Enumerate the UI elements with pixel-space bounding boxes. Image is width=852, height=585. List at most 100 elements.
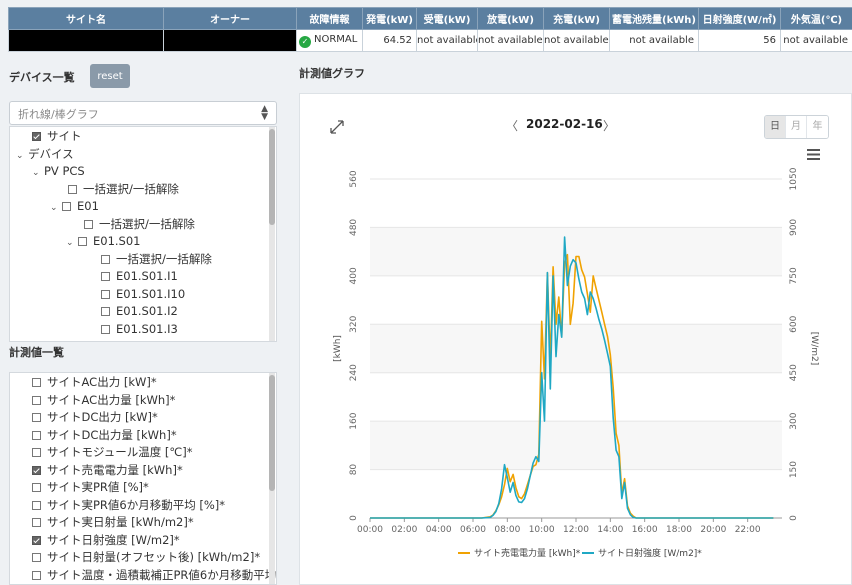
y-right-tick-label: 0 <box>789 515 799 521</box>
measure-item[interactable]: サイト実PR値 [%]* <box>32 479 149 495</box>
y-right-tick-label: 450 <box>789 364 799 381</box>
tree-checkbox[interactable] <box>32 132 41 141</box>
irradiance-value: 56 <box>698 29 781 52</box>
period-month-button[interactable]: 月 <box>786 116 807 138</box>
device-tree[interactable]: サイト ⌄ デバイス ⌄ PV PCS 一括選択/一括解除 ⌄ E01 一括選択/一括解除 ⌄ E0… <box>9 126 277 342</box>
measure-item[interactable]: サイト実日射量 [kWh/m2]* <box>32 514 194 530</box>
tree-item-label: E01.S01 <box>93 234 141 248</box>
y-left-tick-label: 240 <box>349 364 359 381</box>
chevron-down-icon[interactable]: ⌄ <box>32 165 44 181</box>
measure-item[interactable]: サイト実PR値6か月移動平均 [%]* <box>32 497 225 513</box>
header-fault: 故障情報 <box>296 7 363 30</box>
measure-item[interactable]: サイトAC出力 [kW]* <box>32 374 157 390</box>
check-circle-icon: ✓ <box>299 35 311 48</box>
tree-item[interactable]: E01.S01.I10 <box>101 286 185 302</box>
tree-item-label: 一括選択/一括解除 <box>99 216 195 231</box>
tree-checkbox[interactable] <box>101 272 110 281</box>
measure-checkbox[interactable] <box>32 535 41 545</box>
y-right-tick-label: 600 <box>789 315 799 332</box>
tree-checkbox[interactable] <box>68 184 77 194</box>
measure-item[interactable]: サイトAC出力量 [kWh]* <box>32 392 175 408</box>
chart-type-select[interactable]: 折れ線/棒グラフ ▲ ▼ <box>9 101 277 125</box>
measure-list[interactable]: サイトAC出力 [kW]* サイトAC出力量 [kWh]* サイトDC出力 [kW]… <box>9 372 277 585</box>
tree-checkbox[interactable] <box>62 202 71 211</box>
expand-icon[interactable] <box>330 120 344 134</box>
grid-band <box>370 421 782 470</box>
status-table: サイト名 オーナー 故障情報 発電(kW) 受電(kW) 放電(kW) 充電(k… <box>8 7 852 52</box>
tree-checkbox[interactable] <box>101 254 110 264</box>
tree-item[interactable]: E01.S01.I4 <box>101 338 178 341</box>
measure-checkbox[interactable] <box>32 500 41 510</box>
measure-checkbox[interactable] <box>32 465 41 475</box>
status-header-row: サイト名 オーナー 故障情報 発電(kW) 受電(kW) 放電(kW) 充電(k… <box>8 7 852 30</box>
measure-item[interactable]: サイト日射強度 [W/m2]* <box>32 532 180 548</box>
tree-item[interactable]: ⌄ デバイス <box>16 146 74 162</box>
measure-item-label: サイトAC出力 [kW]* <box>47 375 157 389</box>
measure-item[interactable]: サイトモジュール温度 [℃]* <box>32 444 193 460</box>
measure-item-label: サイト実PR値 [%]* <box>47 480 149 494</box>
measure-item[interactable]: サイト日射量(オフセット後) [kWh/m2]* <box>32 549 260 565</box>
y-left-tick-label: 320 <box>349 315 359 332</box>
tree-checkbox[interactable] <box>101 324 110 334</box>
tree-item[interactable]: E01.S01.I2 <box>101 303 178 319</box>
measure-item[interactable]: サイトDC出力 [kW]* <box>32 409 158 425</box>
prev-date-icon[interactable]: 〈 <box>506 117 518 134</box>
measure-checkbox[interactable] <box>32 395 41 405</box>
tree-item[interactable]: E01.S01.I3 <box>101 321 178 337</box>
tree-item[interactable]: ⌄ E01 <box>50 198 99 214</box>
y-left-tick-label: 80 <box>349 464 359 476</box>
device-list-title: デバイス一覧 <box>9 71 75 84</box>
header-battery: 蓄電池残量(kWh) <box>609 7 699 30</box>
charge-value: not available <box>543 29 610 52</box>
device-tree-scroll-thumb[interactable] <box>269 129 275 225</box>
y-right-tick-label: 150 <box>789 461 799 478</box>
measure-item-label: サイト日射量(オフセット後) [kWh/m2]* <box>47 550 261 564</box>
measure-checkbox[interactable] <box>32 553 41 562</box>
chevron-down-icon[interactable]: ⌄ <box>50 200 62 216</box>
generation-value: 64.52 <box>362 29 417 52</box>
measure-item[interactable]: サイト温度・過積載補正PR値6か月移動平均 [%]* <box>32 567 277 583</box>
tree-item[interactable]: サイト <box>32 128 82 144</box>
measure-checkbox[interactable] <box>32 378 41 387</box>
period-day-button[interactable]: 日 <box>765 116 786 138</box>
measure-item[interactable]: サイト売電電力量 [kWh]* <box>32 462 183 478</box>
measure-checkbox[interactable] <box>32 448 41 457</box>
tree-item[interactable]: E01.S01.I1 <box>101 268 178 284</box>
tree-item[interactable]: ⌄ PV PCS <box>32 163 85 179</box>
x-tick-label: 16:00 <box>632 525 658 535</box>
chevron-down-icon[interactable]: ⌄ <box>66 235 78 251</box>
tree-item-label: E01 <box>77 199 99 213</box>
period-toggle-group: 日 月 年 <box>764 115 829 139</box>
x-tick-label: 00:00 <box>357 525 383 535</box>
measure-checkbox[interactable] <box>32 483 41 492</box>
measure-list-title: 計測値一覧 <box>9 346 64 359</box>
chevron-down-icon[interactable]: ⌄ <box>16 148 28 164</box>
tree-checkbox[interactable] <box>84 219 93 229</box>
tree-checkbox[interactable] <box>78 237 87 246</box>
tree-item[interactable]: 一括選択/一括解除 <box>101 251 212 267</box>
grid-band <box>370 324 782 373</box>
reset-button[interactable]: reset <box>90 64 130 88</box>
tree-checkbox[interactable] <box>101 289 110 299</box>
period-year-button[interactable]: 年 <box>807 116 828 138</box>
tree-item-label: E01.S01.I2 <box>116 304 178 318</box>
measure-checkbox[interactable] <box>32 570 41 580</box>
measure-checkbox[interactable] <box>32 518 41 527</box>
tree-checkbox[interactable] <box>101 307 110 316</box>
tree-item[interactable]: ⌄ E01.S01 <box>66 233 141 249</box>
measure-checkbox[interactable] <box>32 413 41 422</box>
header-generation: 発電(kW) <box>362 7 417 30</box>
tree-item-label: 一括選択/一括解除 <box>83 181 179 196</box>
x-tick-label: 22:00 <box>735 525 761 535</box>
next-date-icon[interactable]: 〉 <box>603 117 615 134</box>
tree-item[interactable]: 一括選択/一括解除 <box>84 216 195 232</box>
y-right-tick-label: 900 <box>789 219 799 236</box>
measure-item[interactable]: サイトDC出力量 [kWh]* <box>32 427 177 443</box>
measure-checkbox[interactable] <box>32 430 41 440</box>
measure-list-scroll-thumb[interactable] <box>269 375 275 491</box>
hamburger-menu-icon[interactable] <box>807 149 820 160</box>
measure-item-label: サイト温度・過積載補正PR値6か月移動平均 [%]* <box>47 567 277 582</box>
tree-item[interactable]: 一括選択/一括解除 <box>68 181 179 197</box>
series-line-1 <box>370 236 774 519</box>
measure-item-label: サイトDC出力 [kW]* <box>47 410 158 424</box>
